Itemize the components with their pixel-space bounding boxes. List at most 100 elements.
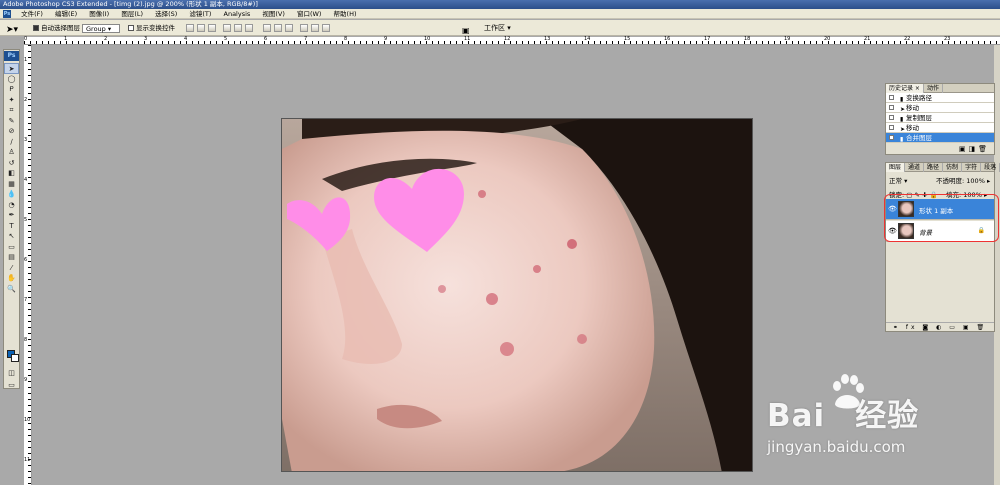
menu-view[interactable]: 视图(V): [257, 9, 290, 19]
shape-tool-icon[interactable]: ▭: [4, 242, 19, 253]
history-item-label: 合并图层: [906, 134, 932, 142]
menu-select[interactable]: 选择(S): [150, 9, 182, 19]
opacity-value[interactable]: 100%: [966, 177, 985, 185]
distribute-vcenter-icon[interactable]: [274, 24, 282, 32]
align-left-icon[interactable]: [223, 24, 231, 32]
tab-history[interactable]: 历史记录 ×: [886, 84, 924, 93]
quick-mask-icon[interactable]: ◫: [4, 368, 19, 379]
menu-file[interactable]: 文件(F): [16, 9, 48, 19]
zoom-tool-icon[interactable]: 🔍: [4, 284, 19, 295]
tab-paragraph[interactable]: 段落: [981, 163, 1000, 172]
notes-tool-icon[interactable]: ▤: [4, 252, 19, 263]
ruler-label: 16: [664, 36, 671, 42]
tab-paths[interactable]: 路径: [924, 163, 944, 172]
clone-stamp-tool-icon[interactable]: ♙: [4, 147, 19, 158]
background-color-swatch[interactable]: [11, 354, 19, 362]
eyedropper-tool-icon[interactable]: ✎: [4, 116, 19, 127]
ruler-label: 8: [344, 36, 348, 42]
opacity-control[interactable]: 不透明度: 100% ▸: [936, 175, 990, 185]
align-bottom-icon[interactable]: [208, 24, 216, 32]
menu-layer[interactable]: 图层(L): [116, 9, 148, 19]
tab-character[interactable]: 字符: [962, 163, 982, 172]
ruler-label: 1: [24, 57, 28, 63]
align-hcenter-icon[interactable]: [234, 24, 242, 32]
align-top-icon[interactable]: [186, 24, 194, 32]
history-item[interactable]: ▮ 复制图层: [886, 113, 994, 123]
eraser-tool-icon[interactable]: ◧: [4, 168, 19, 179]
watermark-url: jingyan.baidu.com: [767, 438, 906, 456]
ruler-label: 22: [904, 36, 911, 42]
horizontal-ruler: 0 1 2 3 4 5 6 7 8 9 10 11 12 13 14 15 16…: [24, 36, 1000, 45]
history-snapshot-box[interactable]: [889, 135, 894, 140]
ruler-label: 12: [504, 36, 511, 42]
hand-tool-icon[interactable]: ✋: [4, 273, 19, 284]
history-snapshot-box[interactable]: [889, 105, 894, 110]
auto-select-checkbox[interactable]: [33, 25, 39, 31]
history-item[interactable]: ▮ 变换路径: [886, 93, 994, 103]
menu-image[interactable]: 图像(I): [84, 9, 114, 19]
history-item[interactable]: ➤ 移动: [886, 123, 994, 133]
layers-footer-icons[interactable]: ⚭ fx ◙ ◐ ▭ ▣ 🗑: [886, 322, 994, 331]
ruler-label: 17: [704, 36, 711, 42]
distribute-bottom-icon[interactable]: [285, 24, 293, 32]
menu-help[interactable]: 帮助(H): [329, 9, 362, 19]
marquee-tool-icon[interactable]: ◯: [4, 74, 19, 85]
move-tool-icon[interactable]: ➤: [4, 63, 19, 74]
history-panel: 历史记录 × 动作 ▮ 变换路径 ➤ 移动 ▮ 复制图层 ➤ 移动 ▮ 合并图层 ▣◨🗑: [885, 83, 995, 155]
distribute-top-icon[interactable]: [263, 24, 271, 32]
photoshop-app-icon[interactable]: Ps: [3, 10, 11, 18]
auto-select-option[interactable]: 自动选择图层: [33, 20, 80, 36]
blend-mode-dropdown[interactable]: 正常 ▾: [889, 175, 907, 185]
tab-actions[interactable]: 动作: [924, 84, 943, 93]
ruler-label: 11: [24, 457, 31, 463]
history-brush-tool-icon[interactable]: ↺: [4, 158, 19, 169]
history-footer-icons[interactable]: ▣◨🗑: [959, 145, 990, 153]
distribute-left-icon[interactable]: [300, 24, 308, 32]
ruler-label: 10: [24, 417, 31, 423]
menu-filter[interactable]: 滤镜(T): [184, 9, 216, 19]
dodge-tool-icon[interactable]: ◔: [4, 200, 19, 211]
ruler-label: 19: [784, 36, 791, 42]
menu-edit[interactable]: 编辑(E): [50, 9, 82, 19]
tab-channels[interactable]: 通道: [905, 163, 925, 172]
show-transform-checkbox[interactable]: [128, 25, 134, 31]
history-snapshot-box[interactable]: [889, 95, 894, 100]
ruler-label: 9: [24, 377, 28, 383]
ruler-label: 7: [24, 297, 28, 303]
align-right-icon[interactable]: [245, 24, 253, 32]
healing-brush-tool-icon[interactable]: ⊘: [4, 126, 19, 137]
menu-window[interactable]: 窗口(W): [292, 9, 327, 19]
blur-tool-icon[interactable]: 💧: [4, 189, 19, 200]
crop-tool-icon[interactable]: ⌗: [4, 105, 19, 116]
history-item-selected[interactable]: ▮ 合并图层: [886, 133, 994, 143]
distribute-right-icon[interactable]: [322, 24, 330, 32]
auto-select-dropdown[interactable]: Group ▾: [82, 20, 120, 36]
blend-mode-value: 正常: [889, 177, 902, 185]
baidu-jingyan-watermark: Bai 经验 jingyan.baidu.com: [755, 372, 995, 472]
workspace-button[interactable]: 工作区 ▾: [484, 23, 511, 33]
pen-tool-icon[interactable]: ✒: [4, 210, 19, 221]
magic-wand-tool-icon[interactable]: ✦: [4, 95, 19, 106]
show-transform-option[interactable]: 显示变换控件: [128, 20, 175, 36]
history-item[interactable]: ➤ 移动: [886, 103, 994, 113]
history-snapshot-box[interactable]: [889, 115, 894, 120]
eyedropper-sample-tool-icon[interactable]: ⁄: [4, 263, 19, 274]
distribute-hcenter-icon[interactable]: [311, 24, 319, 32]
tab-clone[interactable]: 仿制: [943, 163, 963, 172]
gradient-tool-icon[interactable]: ▦: [4, 179, 19, 190]
options-bar: ➤▾ 自动选择图层 Group ▾ 显示变换控件 ▣ 工作区 ▾: [0, 20, 1000, 36]
screen-mode-icon[interactable]: ▭: [4, 380, 19, 391]
history-snapshot-box[interactable]: [889, 125, 894, 130]
brush-tool-icon[interactable]: ∕: [4, 137, 19, 148]
type-tool-icon[interactable]: T: [4, 221, 19, 232]
document-canvas[interactable]: [281, 118, 753, 472]
move-tool-preset-icon[interactable]: ➤▾: [6, 22, 18, 38]
menu-analysis[interactable]: Analysis: [219, 9, 256, 19]
tab-layers[interactable]: 图层: [886, 163, 906, 172]
ruler-label: 14: [584, 36, 591, 42]
align-vcenter-icon[interactable]: [197, 24, 205, 32]
ruler-label: 2: [24, 97, 28, 103]
lasso-tool-icon[interactable]: ᑭ: [4, 84, 19, 95]
ruler-label: 20: [824, 36, 831, 42]
path-selection-tool-icon[interactable]: ↖: [4, 231, 19, 242]
